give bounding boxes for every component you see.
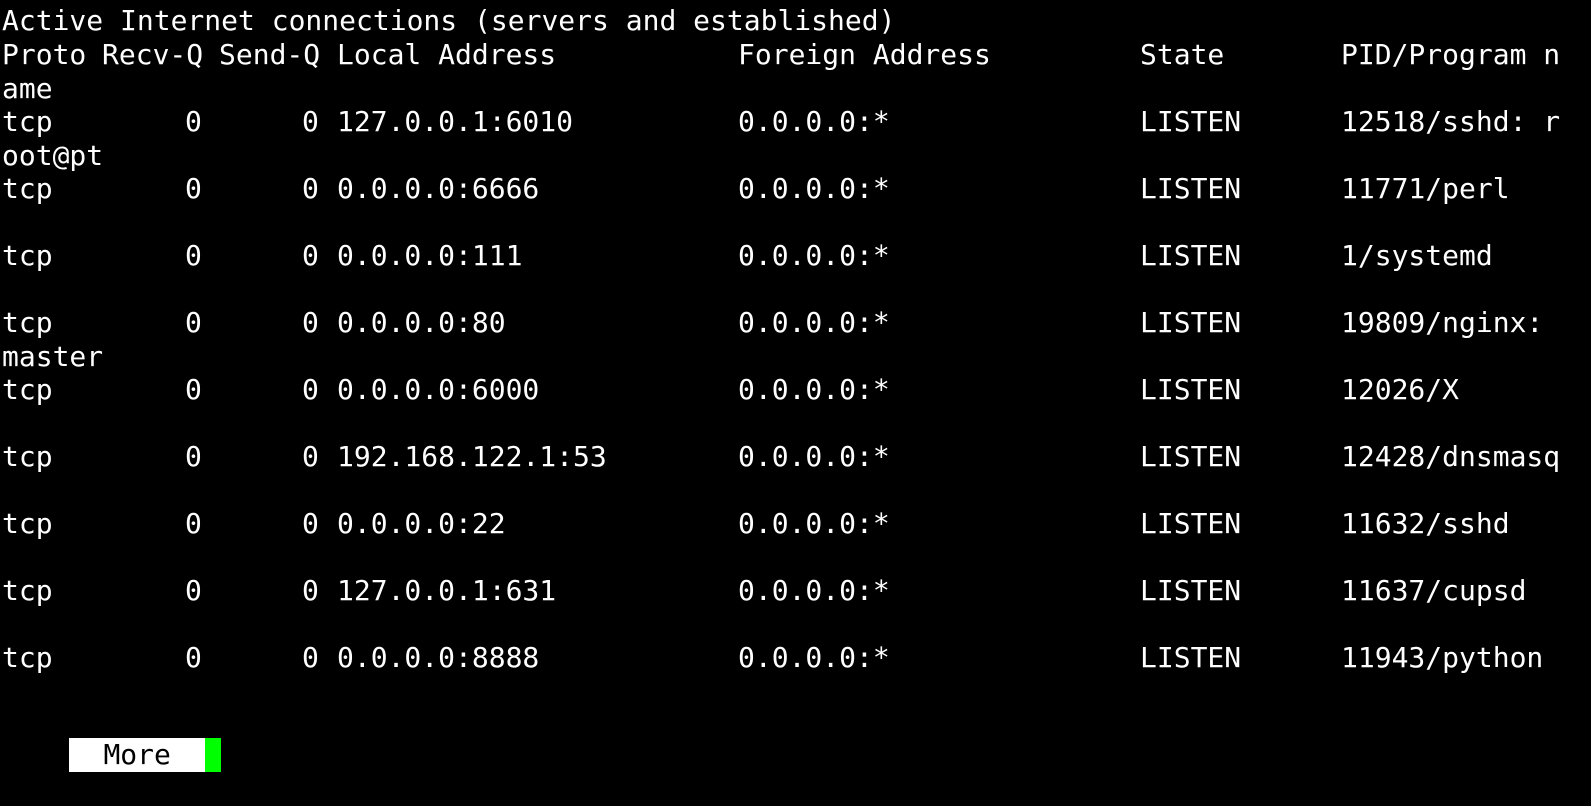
column-header-state: State <box>1140 38 1225 71</box>
table-row: tcp 0 0 127.0.0.1:6010 0.0.0.0:* LISTEN 12518/… <box>2 105 1591 139</box>
cell-state: LISTEN <box>1140 440 1242 473</box>
table-row-wrap: master <box>2 340 104 373</box>
cell-proto: tcp <box>2 239 53 272</box>
cursor-block <box>204 738 221 772</box>
cell-recvq: 0 <box>185 440 202 473</box>
cell-sendq: 0 <box>302 172 319 205</box>
column-header-wrap: ame <box>2 72 53 105</box>
cell-local-address: 127.0.0.1:6010 <box>337 105 574 138</box>
cell-recvq: 0 <box>185 574 202 607</box>
cell-sendq: 0 <box>302 105 319 138</box>
cell-proto: tcp <box>2 105 53 138</box>
cell-local-address: 0.0.0.0:8888 <box>337 641 540 674</box>
cell-sendq: 0 <box>302 239 319 272</box>
table-row: tcp 0 0 0.0.0.0:6000 0.0.0.0:* LISTEN 12026/X <box>2 373 1591 407</box>
netstat-heading: Active Internet connections (servers and… <box>2 4 896 37</box>
cell-state: LISTEN <box>1140 306 1242 339</box>
cell-foreign-address: 0.0.0.0:* <box>738 373 890 406</box>
cell-proto: tcp <box>2 440 53 473</box>
cell-foreign-address: 0.0.0.0:* <box>738 239 890 272</box>
column-header-recvq: Recv-Q <box>102 38 204 71</box>
column-header-local-address: Local Address <box>337 38 557 71</box>
cell-recvq: 0 <box>185 172 202 205</box>
cell-foreign-address: 0.0.0.0:* <box>738 641 890 674</box>
cell-recvq: 0 <box>185 105 202 138</box>
cell-foreign-address: 0.0.0.0:* <box>738 574 890 607</box>
cell-program: 1/systemd <box>1341 239 1493 272</box>
cell-state: LISTEN <box>1140 172 1242 205</box>
cell-local-address: 0.0.0.0:6666 <box>337 172 540 205</box>
cell-program: 11637/cupsd <box>1341 574 1527 607</box>
cell-foreign-address: 0.0.0.0:* <box>738 172 890 205</box>
table-row: tcp 0 0 0.0.0.0:111 0.0.0.0:* LISTEN 1/systemd <box>2 239 1591 273</box>
more-prompt: More <box>69 738 205 772</box>
column-header-foreign-address: Foreign Address <box>738 38 991 71</box>
cell-sendq: 0 <box>302 574 319 607</box>
cell-state: LISTEN <box>1140 574 1242 607</box>
cell-proto: tcp <box>2 172 53 205</box>
cell-foreign-address: 0.0.0.0:* <box>738 440 890 473</box>
cell-program: 11632/sshd <box>1341 507 1510 540</box>
cell-foreign-address: 0.0.0.0:* <box>738 507 890 540</box>
column-header-row: Proto Recv-Q Send-Q Local Address Foreig… <box>2 38 1591 72</box>
cell-state: LISTEN <box>1140 641 1242 674</box>
table-row-wrap: oot@pt <box>2 139 104 172</box>
cell-local-address: 0.0.0.0:80 <box>337 306 506 339</box>
cell-recvq: 0 <box>185 373 202 406</box>
cell-sendq: 0 <box>302 641 319 674</box>
column-header-sendq: Send-Q <box>219 38 321 71</box>
column-header-proto: Proto <box>2 38 87 71</box>
pager-prompt: More <box>2 704 221 772</box>
cell-state: LISTEN <box>1140 105 1242 138</box>
cell-program: 11771/perl <box>1341 172 1510 205</box>
cell-local-address: 0.0.0.0:6000 <box>337 373 540 406</box>
cell-sendq: 0 <box>302 373 319 406</box>
cell-program: 12518/sshd: r <box>1341 105 1561 138</box>
terminal-window[interactable]: Active Internet connections (servers and… <box>2 0 1591 772</box>
column-header-program: PID/Program n <box>1341 38 1561 71</box>
cell-sendq: 0 <box>302 507 319 540</box>
cell-recvq: 0 <box>185 306 202 339</box>
cell-state: LISTEN <box>1140 373 1242 406</box>
cell-proto: tcp <box>2 507 53 540</box>
cell-local-address: 0.0.0.0:22 <box>337 507 506 540</box>
table-row: tcp 0 0 0.0.0.0:22 0.0.0.0:* LISTEN 11632/sshd <box>2 507 1591 541</box>
cell-proto: tcp <box>2 574 53 607</box>
cell-proto: tcp <box>2 306 53 339</box>
cell-program: 19809/nginx: <box>1341 306 1544 339</box>
table-row: tcp 0 0 0.0.0.0:6666 0.0.0.0:* LISTEN 11771/pe… <box>2 172 1591 206</box>
cell-sendq: 0 <box>302 440 319 473</box>
cell-program: 12428/dnsmasq <box>1341 440 1561 473</box>
cell-proto: tcp <box>2 641 53 674</box>
cell-recvq: 0 <box>185 641 202 674</box>
cell-foreign-address: 0.0.0.0:* <box>738 306 890 339</box>
cell-local-address: 0.0.0.0:111 <box>337 239 523 272</box>
cell-state: LISTEN <box>1140 239 1242 272</box>
cell-state: LISTEN <box>1140 507 1242 540</box>
cell-recvq: 0 <box>185 507 202 540</box>
table-row: tcp 0 0 192.168.122.1:53 0.0.0.0:* LISTEN 1242… <box>2 440 1591 474</box>
table-row: tcp 0 0 0.0.0.0:80 0.0.0.0:* LISTEN 19809/ngin… <box>2 306 1591 340</box>
cell-sendq: 0 <box>302 306 319 339</box>
table-row: tcp 0 0 127.0.0.1:631 0.0.0.0:* LISTEN 11637/c… <box>2 574 1591 608</box>
cell-foreign-address: 0.0.0.0:* <box>738 105 890 138</box>
table-row: tcp 0 0 0.0.0.0:8888 0.0.0.0:* LISTEN 11943/py… <box>2 641 1591 675</box>
cell-recvq: 0 <box>185 239 202 272</box>
cell-program: 12026/X <box>1341 373 1460 406</box>
cell-local-address: 192.168.122.1:53 <box>337 440 607 473</box>
cell-program: 11943/python <box>1341 641 1544 674</box>
cell-local-address: 127.0.0.1:631 <box>337 574 557 607</box>
cell-proto: tcp <box>2 373 53 406</box>
